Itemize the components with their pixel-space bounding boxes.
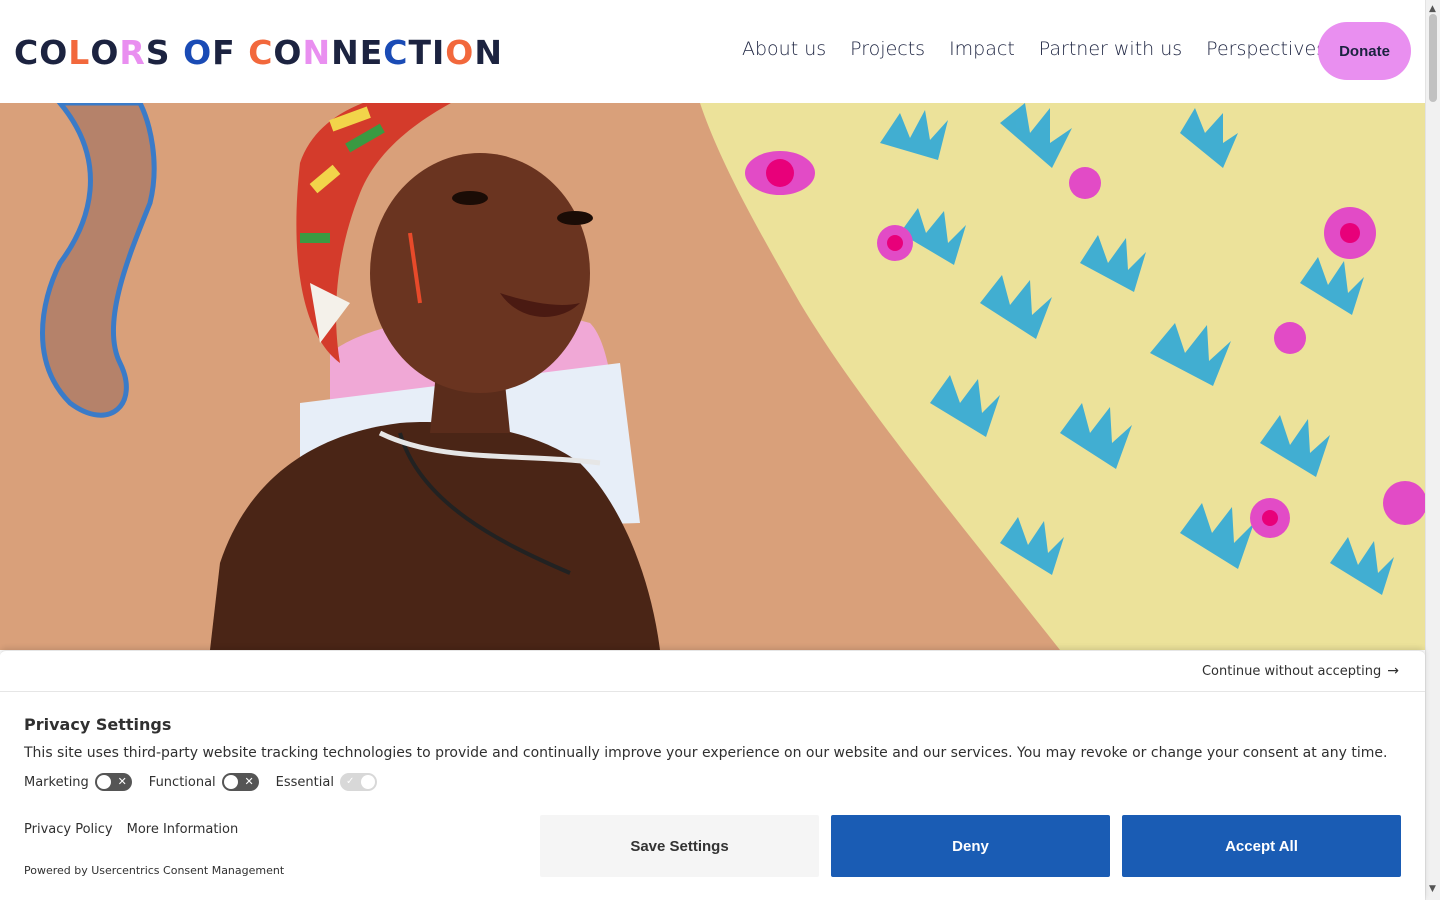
page-scrollbar[interactable]: ▲ ▼ xyxy=(1425,0,1440,900)
logo-letter: O xyxy=(90,32,120,72)
consent-top-bar: Continue without accepting → xyxy=(0,651,1425,692)
site-logo[interactable]: COLORS OF CONNECTION xyxy=(14,32,503,72)
logo-letter: S xyxy=(145,32,171,72)
deny-button[interactable]: Deny xyxy=(831,815,1110,877)
logo-letter: O xyxy=(39,32,69,72)
logo-letter: N xyxy=(331,32,360,72)
nav-item-partner-with-us[interactable]: Partner with us xyxy=(1039,38,1182,60)
logo-letter: T xyxy=(408,32,432,72)
donate-button[interactable]: Donate xyxy=(1318,22,1411,80)
scroll-thumb[interactable] xyxy=(1429,14,1437,102)
toggle-marketing-label: Marketing xyxy=(24,774,89,790)
switch-knob xyxy=(223,775,238,789)
logo-letter: C xyxy=(14,32,40,72)
check-icon: ✓ xyxy=(345,776,355,787)
scroll-down-arrow-icon[interactable]: ▼ xyxy=(1429,884,1436,894)
logo-text: COLORS OF CONNECTION xyxy=(14,36,503,69)
logo-letter xyxy=(236,36,249,69)
functional-switch[interactable]: ✕ xyxy=(221,773,259,791)
essential-switch: ✓ xyxy=(339,773,377,791)
logo-letter: N xyxy=(302,32,332,72)
logo-letter: C xyxy=(248,32,274,72)
logo-letter: O xyxy=(273,32,303,72)
nav-item-impact[interactable]: Impact xyxy=(949,38,1015,60)
logo-letter: O xyxy=(445,32,475,72)
privacy-consent-banner: Continue without accepting → Privacy Set… xyxy=(0,650,1425,900)
site-header: COLORS OF CONNECTION About us Projects I… xyxy=(0,0,1425,103)
logo-letter: E xyxy=(359,32,384,72)
nav-item-projects[interactable]: Projects xyxy=(850,38,925,60)
logo-letter xyxy=(171,36,184,69)
accept-all-button[interactable]: Accept All xyxy=(1122,815,1401,877)
privacy-settings-title: Privacy Settings xyxy=(24,715,172,734)
logo-letter: N xyxy=(474,32,503,72)
switch-knob xyxy=(96,775,111,789)
privacy-policy-link[interactable]: Privacy Policy xyxy=(24,822,113,837)
continue-without-accepting-link[interactable]: Continue without accepting → xyxy=(1202,663,1399,679)
save-settings-button[interactable]: Save Settings xyxy=(540,815,819,877)
consent-links: Privacy Policy More Information xyxy=(24,822,238,837)
main-nav: About us Projects Impact Partner with us… xyxy=(742,38,1350,60)
logo-letter: F xyxy=(212,32,236,72)
logo-letter: O xyxy=(183,32,213,72)
logo-letter: C xyxy=(383,32,409,72)
scroll-up-arrow-icon[interactable]: ▲ xyxy=(1429,4,1436,14)
logo-letter: R xyxy=(119,32,146,72)
hero-image xyxy=(0,103,1425,650)
continue-label: Continue without accepting xyxy=(1201,663,1382,679)
logo-letter: L xyxy=(68,32,91,72)
nav-item-about-us[interactable]: About us xyxy=(742,38,826,60)
nav-item-perspectives[interactable]: Perspectives xyxy=(1206,38,1326,60)
x-icon: ✕ xyxy=(244,775,254,788)
arrow-right-icon: → xyxy=(1387,663,1399,679)
toggle-essential-label: Essential xyxy=(275,774,334,790)
toggle-functional: Functional ✕ xyxy=(149,773,259,791)
toggle-marketing: Marketing ✕ xyxy=(24,773,132,791)
hero-illustration xyxy=(0,103,1425,650)
consent-toggles: Marketing ✕ Functional ✕ Essential ✓ xyxy=(24,773,394,791)
logo-letter: I xyxy=(432,32,446,72)
powered-by-text: Powered by Usercentrics Consent Manageme… xyxy=(24,864,285,877)
marketing-switch[interactable]: ✕ xyxy=(94,773,132,791)
more-information-link[interactable]: More Information xyxy=(127,822,239,837)
switch-knob xyxy=(360,775,375,789)
toggle-functional-label: Functional xyxy=(148,774,216,790)
x-icon: ✕ xyxy=(117,775,127,788)
toggle-essential: Essential ✓ xyxy=(276,773,377,791)
privacy-description: This site uses third-party website track… xyxy=(24,745,1388,761)
